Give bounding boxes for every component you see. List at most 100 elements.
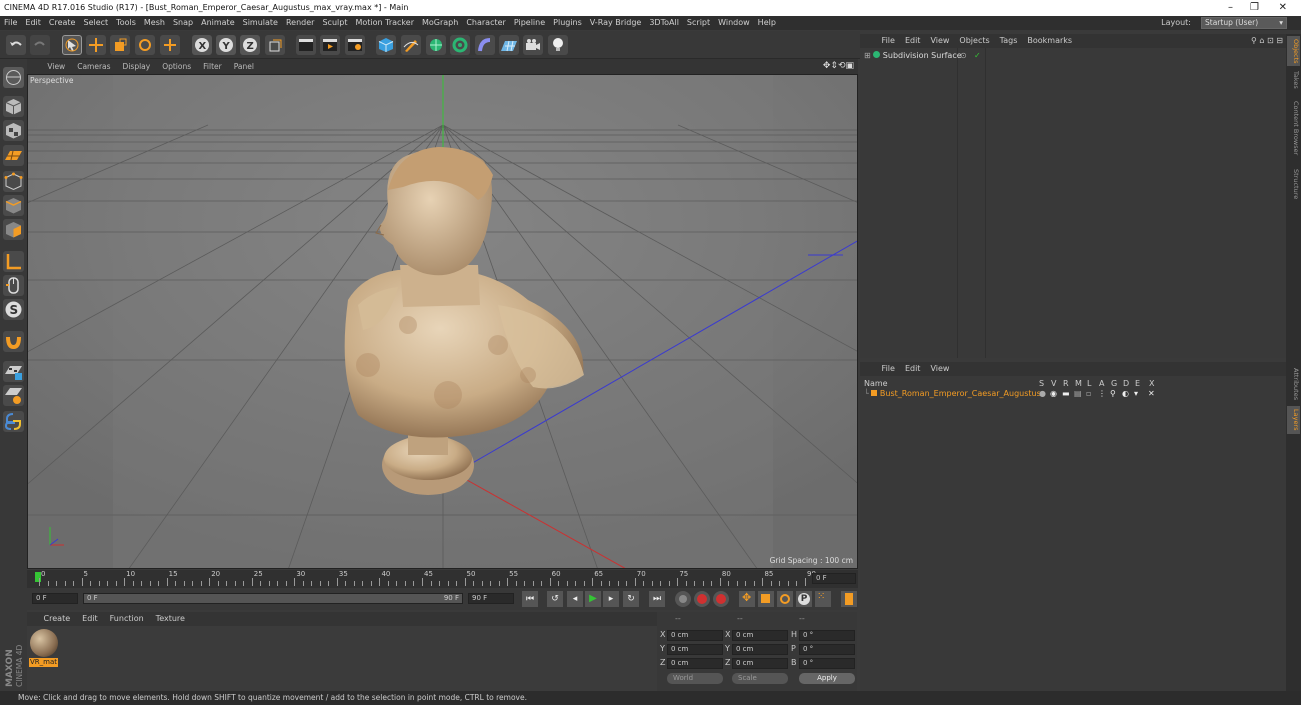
close-button[interactable]: ✕ — [1279, 0, 1287, 16]
polygons-mode-button[interactable] — [3, 219, 24, 240]
current-frame-field[interactable]: 0 F — [812, 573, 856, 584]
redo-button[interactable] — [30, 35, 50, 55]
menu-plugins[interactable]: Plugins — [549, 18, 586, 27]
size-x-field[interactable]: 0 cm — [732, 630, 788, 641]
menu-mograph[interactable]: MoGraph — [418, 18, 462, 27]
camera-button[interactable] — [523, 35, 543, 55]
cube-primitive-button[interactable] — [376, 35, 396, 55]
magnet-button[interactable] — [3, 331, 24, 352]
record-button[interactable] — [694, 591, 710, 607]
size-y-field[interactable]: 0 cm — [732, 644, 788, 655]
object-menu-edit[interactable]: Edit — [900, 36, 926, 45]
object-menu-view[interactable]: View — [925, 36, 954, 45]
menu-simulate[interactable]: Simulate — [239, 18, 282, 27]
transform-tool-button[interactable] — [160, 35, 180, 55]
enabled-check-icon[interactable]: ✓ — [974, 51, 981, 60]
layout-select[interactable]: Startup (User) ▾ — [1201, 17, 1287, 29]
scale-select[interactable]: Scale — [732, 673, 788, 684]
menu-sculpt[interactable]: Sculpt — [318, 18, 351, 27]
coordinate-system-button[interactable] — [265, 35, 285, 55]
key-position-button[interactable]: ✥ — [739, 591, 755, 607]
restore-button[interactable]: ❐ — [1250, 0, 1259, 16]
record-off-button[interactable] — [675, 591, 691, 607]
layer-deformers-icon[interactable]: ◐ — [1122, 389, 1129, 398]
timeline-ruler[interactable]: 051015202530354045505560657075808590 0 F — [27, 570, 858, 588]
play-button[interactable]: ▶ — [585, 591, 601, 607]
snap-button[interactable]: S — [3, 299, 24, 320]
apply-button[interactable]: Apply — [799, 673, 855, 684]
menu-file[interactable]: File — [0, 18, 21, 27]
position-y-field[interactable]: 0 cm — [667, 644, 723, 655]
planar-workplane-button[interactable] — [3, 385, 24, 406]
object-menu-bookmarks[interactable]: Bookmarks — [1022, 36, 1077, 45]
tab-layers[interactable]: Layers — [1287, 406, 1300, 434]
z-axis-button[interactable]: Z — [240, 35, 260, 55]
tab-structure[interactable]: Structure — [1287, 164, 1300, 204]
rotation-p-field[interactable]: 0 ° — [799, 644, 855, 655]
object-menu-objects[interactable]: Objects — [954, 36, 994, 45]
object-row[interactable]: ⊞ Subdivision Surface ⊙ ✓ — [864, 51, 1284, 62]
material-menu-texture[interactable]: Texture — [150, 614, 191, 623]
material-menu-function[interactable]: Function — [104, 614, 150, 623]
model-mode-button[interactable] — [3, 96, 24, 117]
menu-select[interactable]: Select — [79, 18, 112, 27]
layer-expressions-icon[interactable]: ▾ — [1134, 389, 1138, 398]
tab-content-browser[interactable]: Content Browser — [1287, 94, 1300, 162]
world-select[interactable]: World — [667, 673, 723, 684]
light-button[interactable] — [548, 35, 568, 55]
previous-key-button[interactable]: ↺ — [547, 591, 563, 607]
layer-lock-icon[interactable]: ▫ — [1086, 389, 1091, 398]
go-to-end-button[interactable]: ⏭ — [649, 591, 665, 607]
rotation-h-field[interactable]: 0 ° — [799, 630, 855, 641]
menu-motion-tracker[interactable]: Motion Tracker — [351, 18, 418, 27]
edges-mode-button[interactable] — [3, 195, 24, 216]
minimize-button[interactable]: – — [1228, 0, 1233, 16]
menu-create[interactable]: Create — [45, 18, 80, 27]
position-z-field[interactable]: 0 cm — [667, 658, 723, 669]
menu-pipeline[interactable]: Pipeline — [510, 18, 549, 27]
menu-character[interactable]: Character — [462, 18, 510, 27]
render-picture-viewer-button[interactable] — [320, 35, 340, 55]
viewport-menu-filter[interactable]: Filter — [197, 62, 228, 71]
x-axis-button[interactable]: X — [192, 35, 212, 55]
tab-objects[interactable]: Objects — [1287, 36, 1300, 66]
viewport-menu-options[interactable]: Options — [156, 62, 197, 71]
live-select-button[interactable] — [62, 35, 82, 55]
viewport-menu-display[interactable]: Display — [117, 62, 157, 71]
viewport-menu-cameras[interactable]: Cameras — [71, 62, 116, 71]
viewport-menu-panel[interactable]: Panel — [228, 62, 260, 71]
object-menu-tags[interactable]: Tags — [995, 36, 1023, 45]
undo-button[interactable] — [6, 35, 26, 55]
tweak-mode-button[interactable] — [3, 275, 24, 296]
render-settings-button[interactable] — [345, 35, 365, 55]
menu-window[interactable]: Window — [714, 18, 754, 27]
autokey-button[interactable] — [713, 591, 729, 607]
timeline-window-button[interactable] — [841, 591, 857, 607]
tab-takes[interactable]: Takes — [1287, 68, 1300, 92]
workplane-button[interactable] — [3, 145, 24, 166]
tab-attributes[interactable]: Attributes — [1287, 364, 1300, 404]
perspective-viewport[interactable]: Perspective Grid Spacing : 100 cm — [27, 74, 858, 569]
floor-button[interactable] — [499, 35, 519, 55]
go-to-start-button[interactable]: ⏮ — [522, 591, 538, 607]
position-x-field[interactable]: 0 cm — [667, 630, 723, 641]
texture-mode-button[interactable] — [3, 120, 24, 141]
layer-row[interactable]: └ Bust_Roman_Emperor_Caesar_Augustus ● ◉… — [864, 389, 1284, 400]
layer-render-icon[interactable]: ▬ — [1062, 389, 1070, 398]
rotate-tool-button[interactable] — [135, 35, 155, 55]
scale-tool-button[interactable] — [110, 35, 130, 55]
menu-tools[interactable]: Tools — [112, 18, 140, 27]
menu-edit[interactable]: Edit — [21, 18, 45, 27]
layer-view-eye-icon[interactable]: ◉ — [1050, 389, 1057, 398]
menu-mesh[interactable]: Mesh — [140, 18, 169, 27]
key-scale-button[interactable] — [758, 591, 774, 607]
deformer-button[interactable] — [475, 35, 495, 55]
rotation-b-field[interactable]: 0 ° — [799, 658, 855, 669]
menu-snap[interactable]: Snap — [169, 18, 197, 27]
menu-3dtoall[interactable]: 3DToAll — [645, 18, 683, 27]
material-menu-edit[interactable]: Edit — [76, 614, 104, 623]
layer-menu-edit[interactable]: Edit — [900, 364, 926, 373]
size-z-field[interactable]: 0 cm — [732, 658, 788, 669]
material-swatch[interactable]: VR_mat — [29, 628, 59, 668]
y-axis-button[interactable]: Y — [216, 35, 236, 55]
